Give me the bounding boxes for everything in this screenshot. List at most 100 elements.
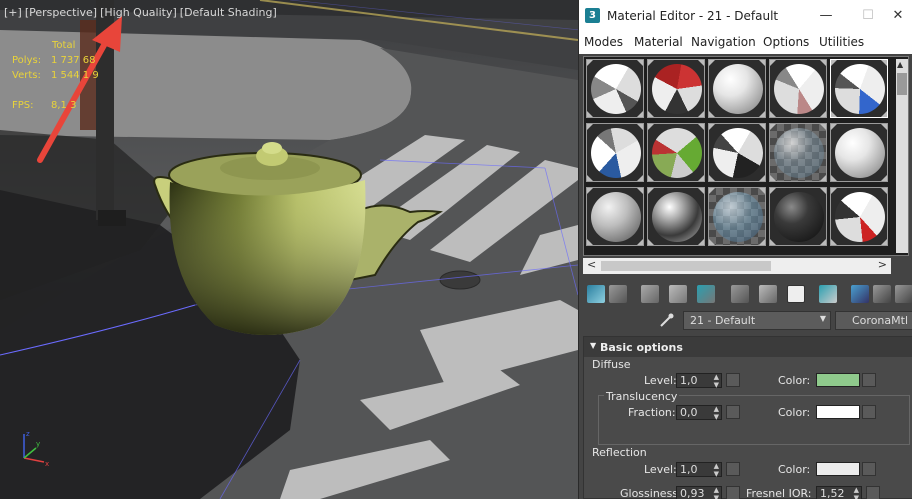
slot-corner-marker <box>648 60 654 66</box>
slot-corner-marker <box>820 111 826 117</box>
material-slot[interactable] <box>769 187 827 246</box>
scroll-thumb[interactable] <box>897 73 907 95</box>
slot-corner-marker <box>648 239 654 245</box>
save-icon[interactable] <box>759 285 777 303</box>
material-slot[interactable] <box>769 59 827 118</box>
material-slot[interactable] <box>708 187 766 246</box>
fresnel-ior-map-button[interactable] <box>866 486 880 499</box>
slot-corner-marker <box>698 60 704 66</box>
reflection-color-swatch[interactable] <box>816 462 860 476</box>
minimize-button[interactable]: — <box>815 6 837 26</box>
go-to-parent-icon[interactable] <box>873 285 891 303</box>
spinner-arrows-icon[interactable]: ▲ ▼ <box>714 405 719 421</box>
spinner-arrows-icon[interactable]: ▲ ▼ <box>854 486 859 499</box>
glossiness-spinner[interactable]: 0,93 ▲ ▼ <box>676 486 722 499</box>
material-slot[interactable] <box>830 123 888 182</box>
material-slot[interactable] <box>586 123 644 182</box>
translucency-fraction-map-button[interactable] <box>726 405 740 419</box>
hscroll-thumb[interactable] <box>601 261 771 271</box>
diffuse-level-map-button[interactable] <box>726 373 740 387</box>
material-sphere-preview <box>713 192 763 242</box>
material-id-icon[interactable] <box>787 285 805 303</box>
spinner-arrows-icon[interactable]: ▲ ▼ <box>714 462 719 478</box>
assign-to-selection-icon[interactable] <box>641 285 659 303</box>
material-slot[interactable] <box>830 187 888 246</box>
viewport-point-of-view[interactable]: [Perspective] <box>25 6 97 19</box>
material-name-field[interactable]: 21 - Default ▼ <box>683 311 831 330</box>
slots-horizontal-scrollbar[interactable]: < > <box>583 258 891 274</box>
material-slot[interactable] <box>586 187 644 246</box>
viewport-menu-plus[interactable]: [+] <box>4 6 22 19</box>
spinner-arrows-icon[interactable]: ▲ ▼ <box>714 373 719 389</box>
menu-navigation[interactable]: Navigation <box>691 35 756 49</box>
spinner-arrows-icon[interactable]: ▲ ▼ <box>714 486 719 499</box>
scroll-up-icon[interactable]: ▲ <box>897 60 903 69</box>
menu-utilities[interactable]: Utilities <box>819 35 864 49</box>
material-slot[interactable] <box>708 59 766 118</box>
slots-vertical-scrollbar[interactable]: ▲ <box>896 59 908 253</box>
slot-corner-marker <box>698 175 704 181</box>
delete-icon[interactable] <box>669 285 687 303</box>
show-end-result-icon[interactable] <box>851 285 869 303</box>
put-to-scene-icon[interactable] <box>609 285 627 303</box>
menu-material[interactable]: Material <box>634 35 683 49</box>
diffuse-level-spinner[interactable]: 1,0 ▲ ▼ <box>676 373 722 389</box>
slot-corner-marker <box>881 188 887 194</box>
diffuse-color-map-button[interactable] <box>862 373 876 387</box>
material-slot[interactable] <box>647 59 705 118</box>
slot-corner-marker <box>698 239 704 245</box>
chevron-down-icon[interactable]: ▼ <box>820 314 826 323</box>
material-type-button[interactable]: CoronaMtl <box>835 311 912 330</box>
translucency-fraction-spinner[interactable]: 0,0 ▲ ▼ <box>676 405 722 421</box>
viewport-quality[interactable]: [High Quality] <box>100 6 177 19</box>
slot-corner-marker <box>637 175 643 181</box>
menu-options[interactable]: Options <box>763 35 809 49</box>
perspective-viewport[interactable]: [+] [Perspective] [High Quality] [Default S… <box>0 0 578 499</box>
material-slot[interactable] <box>647 123 705 182</box>
scroll-right-icon[interactable]: > <box>878 258 887 271</box>
glossiness-label: Glossiness: <box>620 487 682 499</box>
stats-header: Total <box>52 40 76 51</box>
material-slot[interactable] <box>708 123 766 182</box>
menu-modes[interactable]: Modes <box>584 35 623 49</box>
close-button[interactable]: ✕ <box>887 6 909 26</box>
slot-corner-marker <box>698 124 704 130</box>
material-toolbar <box>583 284 912 306</box>
get-material-icon[interactable] <box>587 285 605 303</box>
maximize-button[interactable]: ☐ <box>857 6 879 26</box>
material-editor-window[interactable]: 3 Material Editor - 21 - Default — ☐ ✕ M… <box>578 0 912 499</box>
material-slot[interactable] <box>830 59 888 118</box>
app-root: [+] [Perspective] [High Quality] [Default S… <box>0 0 912 499</box>
make-unique-icon[interactable] <box>697 285 715 303</box>
slot-corner-marker <box>881 111 887 117</box>
slot-corner-marker <box>698 111 704 117</box>
material-sphere-preview <box>774 192 824 242</box>
show-in-viewport-icon[interactable] <box>819 285 837 303</box>
slot-corner-marker <box>831 175 837 181</box>
material-slot[interactable] <box>586 59 644 118</box>
go-forward-sibling-icon[interactable] <box>895 285 912 303</box>
diffuse-color-swatch[interactable] <box>816 373 860 387</box>
material-slot[interactable] <box>647 187 705 246</box>
title-bar[interactable]: 3 Material Editor - 21 - Default — ☐ ✕ <box>579 0 912 32</box>
diffuse-color-label: Color: <box>778 374 811 387</box>
material-name-value: 21 - Default <box>690 314 756 327</box>
axis-y-label: y <box>36 440 40 448</box>
reflection-level-map-button[interactable] <box>726 462 740 476</box>
fresnel-ior-spinner[interactable]: 1,52 ▲ ▼ <box>816 486 862 499</box>
translucency-color-swatch[interactable] <box>816 405 860 419</box>
translucency-color-map-button[interactable] <box>862 405 876 419</box>
scroll-left-icon[interactable]: < <box>587 258 596 271</box>
basic-options-header[interactable]: ▼ Basic options <box>584 337 912 357</box>
diffuse-level-value: 1,0 <box>680 374 698 387</box>
reflection-level-spinner[interactable]: 1,0 ▲ ▼ <box>676 462 722 478</box>
reflection-color-map-button[interactable] <box>862 462 876 476</box>
put-to-library-icon[interactable] <box>731 285 749 303</box>
material-slot[interactable] <box>769 123 827 182</box>
glossiness-map-button[interactable] <box>726 486 740 499</box>
slot-corner-marker <box>587 124 593 130</box>
viewport-shading[interactable]: [Default Shading] <box>180 6 277 19</box>
window-title: Material Editor - 21 - Default <box>607 9 779 23</box>
eyedropper-icon[interactable] <box>659 312 675 328</box>
menu-bar: Modes Material Navigation Options Utilit… <box>579 32 912 54</box>
